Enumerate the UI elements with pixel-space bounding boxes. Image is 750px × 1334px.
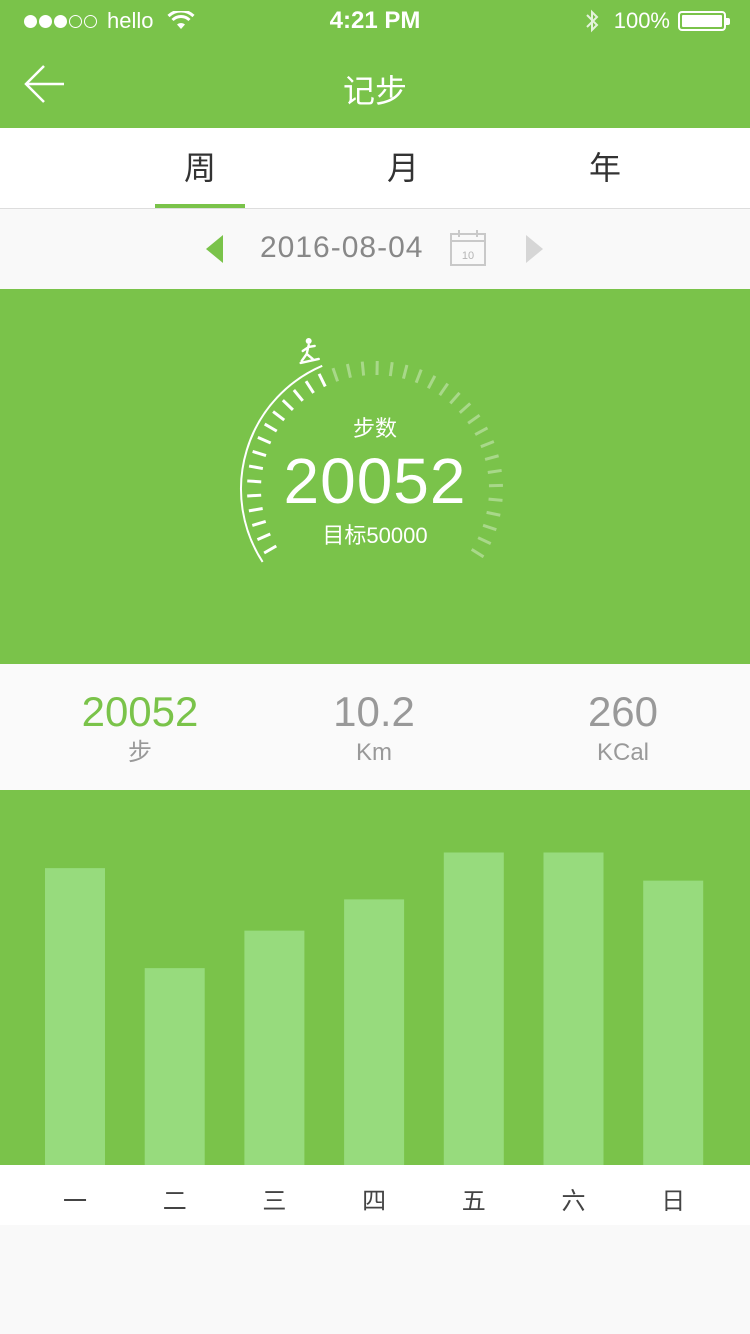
tab-year[interactable]: 年 xyxy=(545,128,665,208)
gauge-tick xyxy=(360,361,366,376)
chart-bar xyxy=(144,968,205,1165)
battery-icon xyxy=(678,11,730,31)
chart-bar xyxy=(643,880,704,1165)
page-title: 记步 xyxy=(342,73,407,109)
tab-month[interactable]: 月 xyxy=(343,128,463,208)
gauge-tick xyxy=(401,364,409,379)
nav-bar: 记步 xyxy=(0,40,750,128)
x-tick-label: 三 xyxy=(262,1188,287,1215)
gauge-tick xyxy=(304,380,315,394)
x-tick-label: 二 xyxy=(162,1188,187,1215)
stat-calories-value: 260 xyxy=(587,688,659,735)
calendar-icon[interactable]: 10 xyxy=(449,229,487,267)
gauge-tick xyxy=(414,369,423,384)
chart-bar xyxy=(543,852,604,1165)
gauge-tick xyxy=(281,399,294,411)
stat-calories: 260 KCal xyxy=(498,688,748,770)
step-goal: 目标50000 xyxy=(322,523,428,548)
stat-distance-unit: Km xyxy=(356,739,392,766)
stat-steps-value: 20052 xyxy=(81,688,199,735)
calendar-day-number: 10 xyxy=(462,250,474,262)
bar-chart-plot xyxy=(45,852,704,1165)
chart-bar xyxy=(45,868,105,1165)
date-picker: 2016-08-04 10 xyxy=(0,209,750,289)
chart-bar xyxy=(344,899,405,1165)
gauge-label: 步数 xyxy=(352,416,397,441)
gauge-tick xyxy=(345,363,352,379)
step-count: 20052 xyxy=(283,445,467,517)
x-tick-label: 五 xyxy=(461,1188,486,1215)
stat-steps: 20052 步 xyxy=(15,688,265,770)
gauge-tick xyxy=(426,375,437,389)
weekly-bar-chart xyxy=(0,790,750,1165)
gauge-tick xyxy=(388,361,394,377)
gauge-tick xyxy=(438,382,449,397)
gauge-tick xyxy=(470,548,485,559)
step-gauge: 步数 20052 目标50000 xyxy=(0,289,750,664)
gauge-tick xyxy=(331,367,339,382)
chart-bar xyxy=(244,930,305,1165)
runner-icon xyxy=(299,337,320,365)
previous-date-arrow-icon[interactable] xyxy=(206,235,223,263)
stat-distance: 10.2 Km xyxy=(249,688,499,770)
bluetooth-icon xyxy=(586,9,599,33)
selected-date: 2016-08-04 xyxy=(260,231,424,264)
period-tabs: 周 月 年 xyxy=(0,128,750,209)
stat-steps-unit: 步 xyxy=(128,739,152,766)
x-tick-label: 一 xyxy=(63,1188,87,1215)
gauge-tick xyxy=(292,389,304,402)
x-tick-label: 六 xyxy=(561,1188,586,1215)
status-bar: hello 4:21 PM 100% xyxy=(0,0,750,40)
x-tick-label: 四 xyxy=(362,1188,387,1215)
gauge-tick xyxy=(449,391,461,405)
stat-distance-value: 10.2 xyxy=(333,688,415,735)
stat-calories-unit: KCal xyxy=(596,739,650,766)
tab-week[interactable]: 周 xyxy=(140,128,260,208)
battery-percent: 100% xyxy=(613,8,670,33)
weekday-axis: 一二三四五六日 xyxy=(0,1165,750,1225)
x-tick-label: 日 xyxy=(661,1188,686,1215)
next-date-arrow-icon[interactable] xyxy=(526,235,543,263)
summary-stats: 20052 步 10.2 Km 260 KCal xyxy=(0,664,750,790)
gauge-tick xyxy=(317,373,327,388)
chart-bar xyxy=(443,852,504,1165)
